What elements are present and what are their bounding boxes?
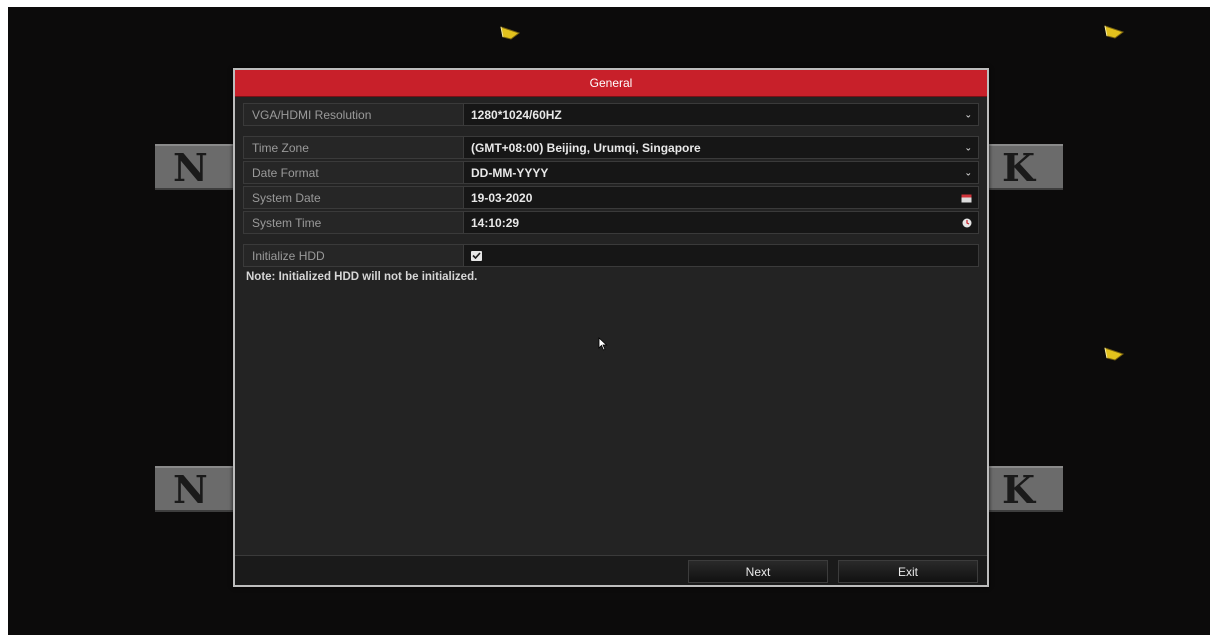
- initialize-hdd-label: Initialize HDD: [244, 245, 464, 266]
- time-zone-dropdown[interactable]: (GMT+08:00) Beijing, Urumqi, Singapore ⌄: [464, 137, 978, 158]
- system-date-label: System Date: [244, 187, 464, 208]
- dvr-screen: N K N K General VGA/HDMI Resolution 1280…: [8, 7, 1210, 635]
- date-format-value: DD-MM-YYYY: [471, 165, 549, 180]
- camera-status-icon: [1104, 25, 1125, 39]
- date-format-dropdown[interactable]: DD-MM-YYYY ⌄: [464, 162, 978, 183]
- dialog-body: VGA/HDMI Resolution 1280*1024/60HZ ⌄ Tim…: [235, 97, 987, 283]
- system-time-row: System Time 14:10:29: [243, 211, 979, 234]
- resolution-row: VGA/HDMI Resolution 1280*1024/60HZ ⌄: [243, 103, 979, 126]
- system-time-field[interactable]: 14:10:29: [464, 212, 978, 233]
- next-button[interactable]: Next: [688, 560, 828, 583]
- date-format-label: Date Format: [244, 162, 464, 183]
- dialog-title: General: [235, 70, 987, 97]
- banner-text: K: [1001, 144, 1037, 190]
- background-banner-bottom-left: N: [155, 466, 237, 512]
- exit-button[interactable]: Exit: [838, 560, 978, 583]
- dialog-footer: Next Exit: [235, 555, 987, 585]
- background-banner-top-left: N: [155, 144, 237, 190]
- initialize-hdd-cell: [464, 245, 978, 266]
- resolution-label: VGA/HDMI Resolution: [244, 104, 464, 125]
- camera-status-icon: [500, 26, 521, 40]
- checkmark-icon: [472, 252, 481, 259]
- initialize-hdd-row: Initialize HDD: [243, 244, 979, 267]
- general-dialog: General VGA/HDMI Resolution 1280*1024/60…: [233, 68, 989, 587]
- chevron-down-icon: ⌄: [964, 142, 972, 152]
- background-banner-bottom-right: K: [986, 466, 1063, 512]
- banner-text: K: [1001, 466, 1037, 512]
- system-time-label: System Time: [244, 212, 464, 233]
- clock-icon[interactable]: [962, 218, 972, 228]
- camera-status-icon: [1104, 347, 1125, 361]
- chevron-down-icon: ⌄: [964, 167, 972, 177]
- time-zone-row: Time Zone (GMT+08:00) Beijing, Urumqi, S…: [243, 136, 979, 159]
- banner-text: N: [173, 466, 210, 512]
- system-date-row: System Date 19-03-2020: [243, 186, 979, 209]
- resolution-value: 1280*1024/60HZ: [471, 107, 562, 122]
- background-banner-top-right: K: [986, 144, 1063, 190]
- initialize-hdd-checkbox[interactable]: [471, 250, 482, 261]
- resolution-dropdown[interactable]: 1280*1024/60HZ ⌄: [464, 104, 978, 125]
- note-text: Note: Initialized HDD will not be initia…: [246, 271, 478, 283]
- time-zone-value: (GMT+08:00) Beijing, Urumqi, Singapore: [471, 140, 701, 155]
- chevron-down-icon: ⌄: [964, 109, 972, 119]
- system-time-value: 14:10:29: [471, 215, 520, 230]
- system-date-field[interactable]: 19-03-2020: [464, 187, 978, 208]
- time-zone-label: Time Zone: [244, 137, 464, 158]
- calendar-icon[interactable]: [961, 193, 972, 203]
- banner-text: N: [173, 144, 210, 190]
- mouse-cursor-icon: [598, 337, 608, 351]
- date-format-row: Date Format DD-MM-YYYY ⌄: [243, 161, 979, 184]
- system-date-value: 19-03-2020: [471, 190, 533, 205]
